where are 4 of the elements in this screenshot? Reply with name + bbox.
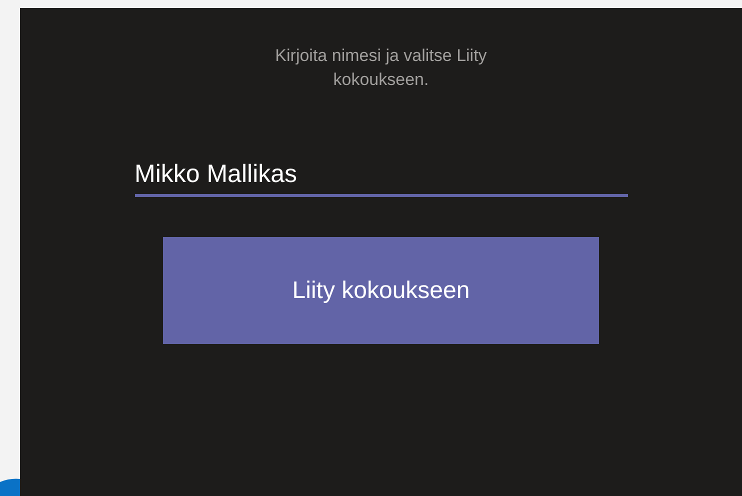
name-field[interactable]: Mikko Mallikas xyxy=(134,157,628,197)
wave-shape xyxy=(0,476,20,496)
instruction-text: Kirjoita nimesi ja valitse Liity kokoukseen. xyxy=(274,45,488,91)
join-button[interactable]: Liity kokoukseen xyxy=(163,237,599,344)
